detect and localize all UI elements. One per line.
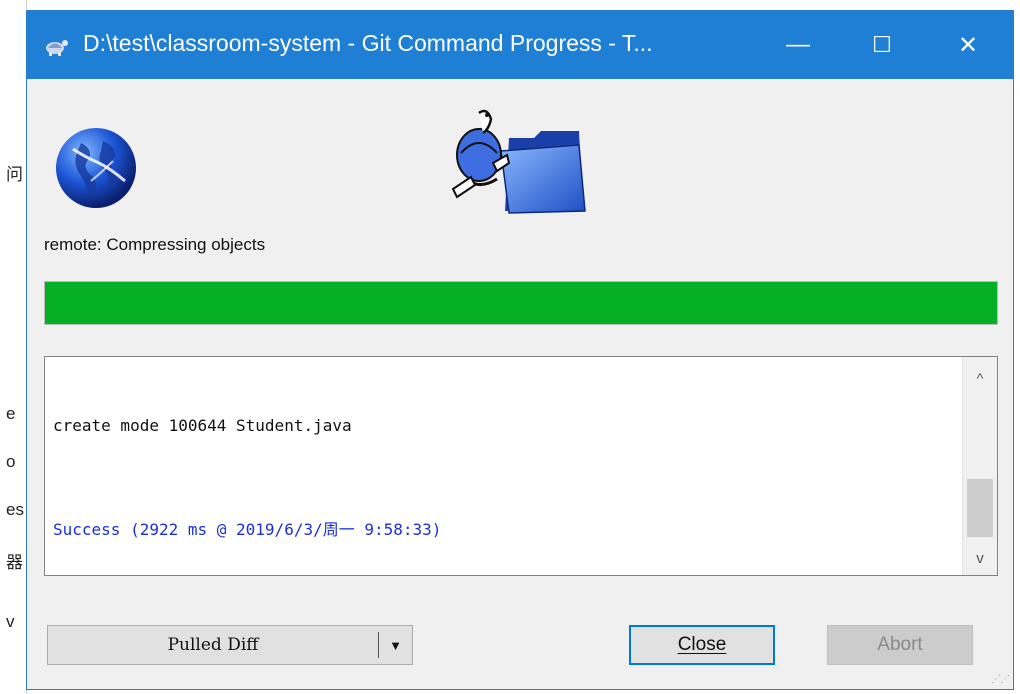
- background-text-fragment: e: [6, 404, 16, 423]
- background-text-fragment: v: [6, 612, 15, 631]
- scroll-down-arrow[interactable]: v: [963, 543, 997, 573]
- background-text-fragment: o: [6, 452, 16, 471]
- log-content: create mode 100644 Student.java Success …: [53, 371, 441, 585]
- tortoisegit-turtle-icon: [46, 40, 68, 56]
- title-bar[interactable]: D:\test\classroom-system - Git Command P…: [27, 11, 1013, 79]
- globe-icon: [56, 128, 136, 208]
- background-text-fragment: 问: [6, 165, 23, 184]
- resize-grip-icon[interactable]: ⋰⋰: [991, 674, 1010, 685]
- progress-fill: [45, 282, 997, 324]
- background-window-fragment: 问 e o es 器 v: [0, 0, 27, 694]
- log-output[interactable]: create mode 100644 Student.java Success …: [44, 356, 998, 576]
- dropdown-arrow-icon[interactable]: ▼: [379, 626, 412, 664]
- turtle-folder-icon: [451, 109, 586, 214]
- maximize-button[interactable]: ☐: [837, 11, 927, 79]
- progress-bar: [44, 281, 998, 325]
- close-window-button[interactable]: ✕: [923, 11, 1013, 79]
- abort-button[interactable]: Abort: [827, 625, 973, 665]
- scroll-up-arrow[interactable]: ^: [963, 363, 997, 393]
- window-title: D:\test\classroom-system - Git Command P…: [83, 30, 653, 56]
- background-text-fragment: es: [6, 500, 24, 519]
- scroll-thumb[interactable]: [967, 479, 993, 537]
- log-success-line: Success (2922 ms @ 2019/6/3/周一 9:58:33): [53, 520, 442, 539]
- status-text: remote: Compressing objects: [44, 235, 266, 254]
- pulled-diff-button[interactable]: Pulled Diff: [48, 626, 378, 664]
- minimize-button[interactable]: —: [753, 11, 843, 79]
- log-line: create mode 100644 Student.java: [53, 416, 352, 435]
- pulled-diff-split-button[interactable]: Pulled Diff ▼: [47, 625, 413, 665]
- background-text-fragment: 器: [6, 553, 23, 572]
- git-progress-dialog: D:\test\classroom-system - Git Command P…: [26, 10, 1014, 690]
- close-button[interactable]: Close: [629, 625, 775, 665]
- close-button-label: Close: [677, 634, 727, 655]
- vertical-scrollbar[interactable]: ^ v: [962, 357, 997, 575]
